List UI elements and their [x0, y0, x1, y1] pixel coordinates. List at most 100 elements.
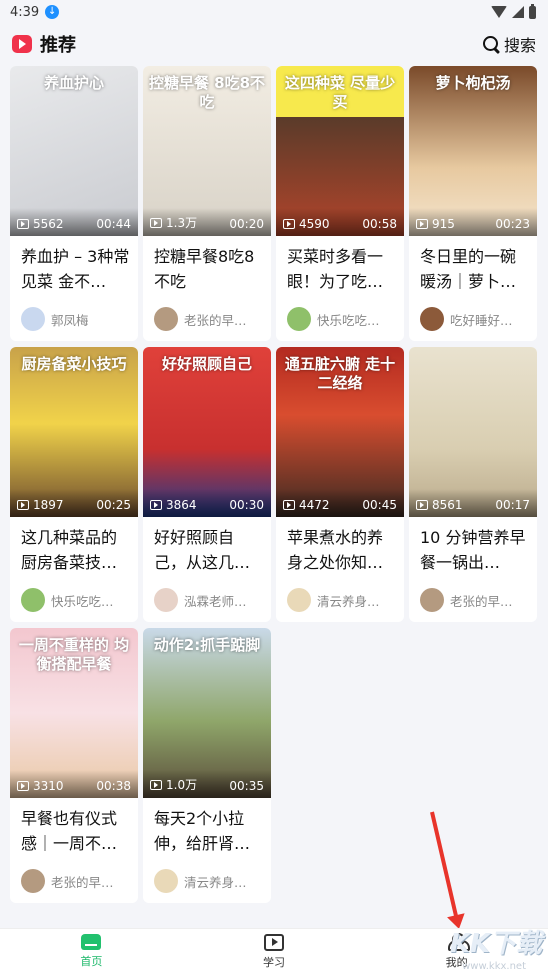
brand: 推荐 [12, 31, 76, 57]
tab-home-label: 首页 [80, 955, 103, 968]
video-card[interactable]: 通五脏六腑 走十二经络 4472 00:45 苹果煮水的养身之处你知… 清云养身… [276, 347, 404, 622]
video-title[interactable]: 早餐也有仪式感｜一周不… [10, 798, 138, 860]
author-name: 泓霖老师… [184, 593, 247, 609]
author-name: 老张的早… [450, 593, 513, 609]
view-count: 3310 [33, 779, 64, 793]
video-title[interactable]: 好好照顾自己，从这几件… [143, 517, 271, 579]
video-duration: 00:25 [96, 498, 131, 512]
thumbnail-caption: 通五脏六腑 走十二经络 [284, 355, 396, 392]
video-title[interactable]: 控糖早餐8吃8不吃 [143, 236, 271, 298]
video-thumbnail[interactable]: 通五脏六腑 走十二经络 4472 00:45 [276, 347, 404, 517]
video-card[interactable]: 一周不重样的 均衡搭配早餐 3310 00:38 早餐也有仪式感｜一周不… 老张的… [10, 628, 138, 903]
video-title[interactable]: 养血护 – 3种常见菜 金不… [10, 236, 138, 298]
home-icon [81, 934, 102, 950]
author[interactable]: 老张的早… [154, 307, 247, 331]
avatar [21, 869, 45, 893]
author[interactable]: 快乐吃吃… [287, 307, 380, 331]
avatar [287, 307, 311, 331]
avatar [21, 588, 45, 612]
author[interactable]: 郭凤梅 [21, 307, 89, 331]
thumbnail-caption: 这四种菜 尽量少买 [284, 74, 396, 111]
signal-icon [512, 6, 524, 18]
author-name: 清云养身… [317, 593, 380, 609]
video-title[interactable]: 冬日里的一碗暖汤｜萝卜… [409, 236, 537, 298]
video-card[interactable]: 动作2:抓手踮脚 1.0万 00:35 每天2个小拉伸，给肝肾… 清云养身… [143, 628, 271, 903]
view-count: 915 [432, 217, 455, 231]
author-name: 清云养身… [184, 874, 247, 890]
video-duration: 00:44 [96, 217, 131, 231]
video-card[interactable]: 厨房备菜小技巧 1897 00:25 这几种菜品的厨房备菜技… 快乐吃吃… [10, 347, 138, 622]
author-name: 吃好睡好… [450, 312, 513, 328]
play-count-icon [283, 500, 295, 510]
video-thumbnail[interactable]: 这四种菜 尽量少买 4590 00:58 [276, 66, 404, 236]
video-card[interactable]: 8561 00:17 10 分钟营养早餐一锅出… 老张的早… [409, 347, 537, 622]
video-thumbnail[interactable]: 动作2:抓手踮脚 1.0万 00:35 [143, 628, 271, 798]
video-card[interactable]: 好好照顾自己 3864 00:30 好好照顾自己，从这几件… 泓霖老师… [143, 347, 271, 622]
author[interactable]: 老张的早… [420, 588, 513, 612]
video-card[interactable]: 控糖早餐 8吃8不吃 1.3万 00:20 控糖早餐8吃8不吃 老张的早… [143, 66, 271, 341]
video-thumbnail[interactable]: 萝卜枸杞汤 915 00:23 [409, 66, 537, 236]
video-thumbnail[interactable]: 养血护心 5562 00:44 [10, 66, 138, 236]
tab-home[interactable]: 首页 [41, 934, 141, 969]
avatar [154, 869, 178, 893]
video-title[interactable]: 苹果煮水的养身之处你知… [276, 517, 404, 579]
video-thumbnail[interactable]: 控糖早餐 8吃8不吃 1.3万 00:20 [143, 66, 271, 236]
video-title[interactable]: 每天2个小拉伸，给肝肾… [143, 798, 271, 860]
video-duration: 00:30 [229, 498, 264, 512]
play-logo-icon [12, 35, 32, 53]
video-card[interactable]: 养血护心 5562 00:44 养血护 – 3种常见菜 金不… 郭凤梅 [10, 66, 138, 341]
video-thumbnail[interactable]: 一周不重样的 均衡搭配早餐 3310 00:38 [10, 628, 138, 798]
view-count: 8561 [432, 498, 463, 512]
author[interactable]: 吃好睡好… [420, 307, 513, 331]
download-icon: ↓ [45, 5, 60, 19]
author[interactable]: 泓霖老师… [154, 588, 247, 612]
thumbnail-caption: 萝卜枸杞汤 [435, 74, 511, 92]
view-count: 1897 [33, 498, 64, 512]
play-count-icon [416, 500, 428, 510]
view-count: 5562 [33, 217, 64, 231]
author-name: 快乐吃吃… [317, 312, 380, 328]
thumbnail-caption: 控糖早餐 8吃8不吃 [148, 74, 266, 111]
tab-learn[interactable]: 学习 [224, 933, 324, 970]
search-button[interactable]: 搜索 [482, 32, 536, 56]
video-duration: 00:17 [495, 498, 530, 512]
play-count-icon [416, 219, 428, 229]
page-title: 推荐 [40, 35, 76, 56]
play-count-icon [17, 500, 29, 510]
video-thumbnail[interactable]: 厨房备菜小技巧 1897 00:25 [10, 347, 138, 517]
play-count-icon [283, 219, 295, 229]
author[interactable]: 快乐吃吃… [21, 588, 114, 612]
video-title[interactable]: 这几种菜品的厨房备菜技… [10, 517, 138, 579]
video-card[interactable]: 这四种菜 尽量少买 4590 00:58 买菜时多看一眼！为了吃… 快乐吃吃… [276, 66, 404, 341]
video-duration: 00:45 [362, 498, 397, 512]
play-count-icon [150, 779, 162, 790]
author[interactable]: 清云养身… [154, 869, 247, 893]
author-name: 老张的早… [51, 874, 114, 890]
avatar [154, 588, 178, 612]
video-icon [263, 933, 284, 951]
status-time: 4:39 [10, 4, 40, 20]
top-bar: 推荐 搜索 [0, 24, 548, 64]
video-duration: 00:23 [495, 217, 530, 231]
watermark-logo: KK下载 [449, 929, 542, 959]
view-count: 1.3万 [166, 216, 198, 230]
view-count: 3864 [166, 498, 197, 512]
wifi-icon [491, 6, 507, 18]
tab-learn-label: 学习 [262, 955, 285, 969]
thumbnail-caption: 动作2:抓手踮脚 [153, 636, 261, 654]
status-bar: 4:39 ↓ [0, 0, 548, 24]
view-count: 1.0万 [166, 778, 198, 792]
video-card[interactable]: 萝卜枸杞汤 915 00:23 冬日里的一碗暖汤｜萝卜… 吃好睡好… [409, 66, 537, 341]
video-grid: 养血护心 5562 00:44 养血护 – 3种常见菜 金不… 郭凤梅 控糖早餐 … [10, 66, 538, 903]
video-duration: 00:38 [96, 779, 131, 793]
thumbnail-caption: 一周不重样的 均衡搭配早餐 [18, 636, 130, 673]
video-title[interactable]: 10 分钟营养早餐一锅出… [409, 517, 537, 579]
thumbnail-caption: 好好照顾自己 [161, 355, 252, 373]
video-thumbnail[interactable]: 8561 00:17 [409, 347, 537, 517]
video-title[interactable]: 买菜时多看一眼！为了吃… [276, 236, 404, 298]
video-thumbnail[interactable]: 好好照顾自己 3864 00:30 [143, 347, 271, 517]
author[interactable]: 清云养身… [287, 588, 380, 612]
search-icon [482, 35, 500, 53]
author[interactable]: 老张的早… [21, 869, 114, 893]
battery-icon [529, 3, 536, 19]
